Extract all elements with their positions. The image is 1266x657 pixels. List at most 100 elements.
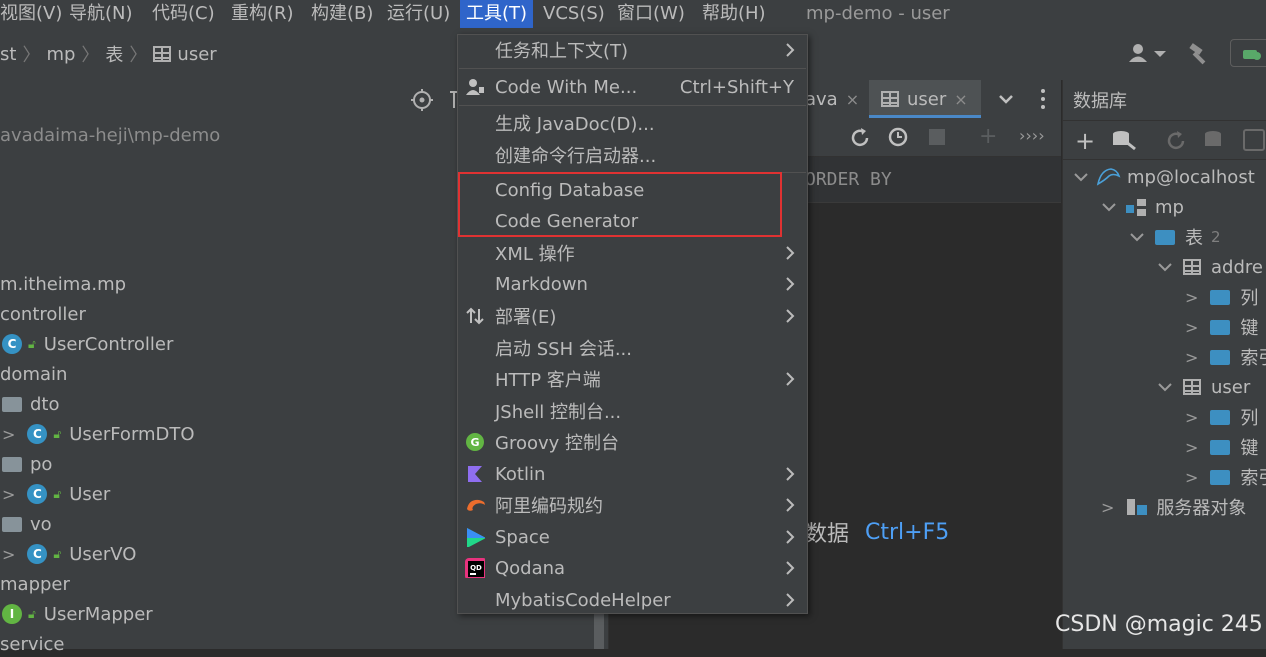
tree-class-usercontroller[interactable]: C 🔓︎ UserController	[2, 331, 173, 357]
tree-label: 键	[1240, 438, 1259, 459]
db-tree-columns[interactable]: > 列	[1185, 284, 1258, 310]
submenu-arrow-icon	[786, 530, 795, 544]
menu-item-code-with-me[interactable]: Code With Me... Ctrl+Shift+Y	[458, 72, 807, 102]
stop-icon[interactable]	[929, 129, 945, 145]
menu-item-mybatis-code-helper[interactable]: MybatisCodeHelper	[458, 585, 807, 615]
chevron-right-icon[interactable]: >	[1185, 288, 1198, 307]
tree-package-controller[interactable]: controller	[0, 301, 86, 327]
tree-package-service[interactable]: service	[0, 631, 64, 657]
close-icon[interactable]: ×	[846, 90, 859, 109]
menu-item-deployment[interactable]: 部署(E)	[458, 301, 807, 331]
refresh-icon[interactable]	[849, 127, 871, 149]
menu-item-groovy-console[interactable]: G Groovy 控制台	[458, 427, 807, 457]
menu-item-tasks-context[interactable]: 任务和上下文(T)	[458, 35, 807, 65]
chevron-right-icon[interactable]: >	[1185, 318, 1198, 337]
db-tree-keys[interactable]: > 键	[1185, 434, 1258, 460]
db-tree-datasource[interactable]: mp@localhost	[1073, 164, 1255, 190]
empty-editor-hint: 数据 Ctrl+F5	[805, 518, 949, 548]
db-tree-keys[interactable]: > 键	[1185, 314, 1258, 340]
menu-item-label: Markdown	[495, 273, 588, 295]
db-tree-server-objects[interactable]: > 服务器对象	[1101, 494, 1246, 520]
editor-tab-user[interactable]: user ×	[869, 80, 981, 118]
tree-package-mapper[interactable]: mapper	[0, 571, 70, 597]
database-schema-icon[interactable]	[1203, 129, 1227, 151]
refresh-icon[interactable]	[1165, 130, 1187, 152]
menu-item-create-launcher[interactable]: 创建命令行启动器...	[458, 140, 807, 170]
menu-run[interactable]: 运行(U)	[381, 0, 456, 28]
menu-tools[interactable]: 工具(T)	[460, 0, 534, 28]
chevron-right-icon[interactable]: >	[2, 545, 15, 564]
menu-navigate[interactable]: 导航(N)	[63, 0, 139, 28]
scrollbar-thumb[interactable]	[594, 610, 604, 649]
add-row-icon[interactable]: +	[979, 124, 997, 149]
tree-class-userformdto[interactable]: > C 🔓︎ UserFormDTO	[2, 421, 195, 447]
chevron-right-icon[interactable]: >	[2, 485, 15, 504]
chevron-right-icon[interactable]: >	[1185, 468, 1198, 487]
chevron-right-icon[interactable]: >	[1185, 348, 1198, 367]
breadcrumb-item[interactable]: 表	[105, 41, 123, 67]
server-objects-icon	[1127, 499, 1148, 515]
chevron-right-icon[interactable]: >	[1101, 498, 1114, 517]
run-config-icon[interactable]	[1230, 39, 1266, 67]
breadcrumb-item[interactable]: mp	[46, 44, 75, 65]
menu-code[interactable]: 代码(C)	[146, 0, 221, 28]
menu-item-qodana[interactable]: QD Qodana	[458, 553, 807, 583]
chevron-right-icon[interactable]: >	[1185, 438, 1198, 457]
add-datasource-icon[interactable]: +	[1075, 127, 1095, 155]
more-options-icon[interactable]	[1039, 88, 1047, 110]
menu-item-xml-actions[interactable]: XML 操作	[458, 238, 807, 268]
datasource-properties-icon[interactable]	[1111, 129, 1137, 151]
menu-item-jshell[interactable]: JShell 控制台...	[458, 396, 807, 426]
menu-window[interactable]: 窗口(W)	[611, 0, 691, 28]
tree-interface-usermapper[interactable]: I 🔓︎ UserMapper	[2, 601, 153, 627]
unlock-icon: 🔓︎	[53, 426, 62, 441]
user-account-icon[interactable]	[1128, 42, 1168, 64]
menu-item-generate-javadoc[interactable]: 生成 JavaDoc(D)...	[458, 108, 807, 138]
tree-package-vo[interactable]: vo	[2, 511, 52, 537]
tree-class-uservo[interactable]: > C 🔓︎ UserVO	[2, 541, 136, 567]
menu-item-start-ssh[interactable]: 启动 SSH 会话...	[458, 333, 807, 363]
breadcrumb-item[interactable]: user	[177, 44, 216, 65]
tree-package-itheima[interactable]: m.itheima.mp	[0, 271, 126, 297]
clock-icon[interactable]	[887, 126, 911, 150]
db-tree-indexes[interactable]: > 索引	[1185, 464, 1266, 490]
groovy-icon: G	[466, 433, 484, 451]
menu-item-http-client[interactable]: HTTP 客户端	[458, 364, 807, 394]
menu-item-kotlin[interactable]: Kotlin	[458, 459, 807, 489]
folder-icon	[1210, 319, 1231, 335]
build-hammer-icon[interactable]	[1188, 43, 1212, 65]
menu-vcs[interactable]: VCS(S)	[537, 0, 611, 28]
locate-target-icon[interactable]	[410, 88, 434, 112]
db-tree-table-address[interactable]: addre	[1157, 254, 1263, 280]
tree-label: addre	[1211, 256, 1263, 278]
db-tree-tables[interactable]: 表 2	[1129, 224, 1221, 250]
menu-help[interactable]: 帮助(H)	[696, 0, 772, 28]
menu-refactor[interactable]: 重构(R)	[225, 0, 300, 28]
table-icon	[881, 91, 899, 107]
menu-item-label: 任务和上下文(T)	[495, 41, 629, 62]
folder-icon	[1210, 439, 1231, 455]
sql-order-by[interactable]: ORDER BY	[805, 169, 892, 190]
db-tree-indexes[interactable]: > 索引	[1185, 344, 1266, 370]
chevron-down-icon[interactable]	[997, 90, 1015, 108]
more-toolbar-icon[interactable]: ››››	[1019, 126, 1045, 145]
editor-tab-java[interactable]: ava ×	[805, 86, 859, 112]
tree-package-po[interactable]: po	[2, 451, 52, 477]
menu-item-markdown[interactable]: Markdown	[458, 269, 807, 299]
chevron-right-icon[interactable]: >	[2, 425, 15, 444]
tree-class-user[interactable]: > C 🔓︎ User	[2, 481, 110, 507]
menu-build[interactable]: 构建(B)	[305, 0, 379, 28]
menu-item-alibaba-guidelines[interactable]: 阿里编码规约	[458, 490, 807, 520]
close-icon[interactable]: ×	[954, 90, 967, 109]
hint-text: 数据	[805, 522, 850, 547]
db-tree-columns[interactable]: > 列	[1185, 404, 1258, 430]
console-icon[interactable]	[1243, 129, 1265, 151]
menu-item-space[interactable]: Space	[458, 522, 807, 552]
tree-package-domain[interactable]: domain	[0, 361, 67, 387]
chevron-right-icon[interactable]: >	[1185, 408, 1198, 427]
menu-view[interactable]: 视图(V)	[0, 0, 68, 28]
db-tree-table-user[interactable]: user	[1157, 374, 1250, 400]
breadcrumb-item[interactable]: st	[0, 44, 16, 65]
db-tree-schema-mp[interactable]: mp	[1101, 194, 1184, 220]
tree-package-dto[interactable]: dto	[2, 391, 60, 417]
